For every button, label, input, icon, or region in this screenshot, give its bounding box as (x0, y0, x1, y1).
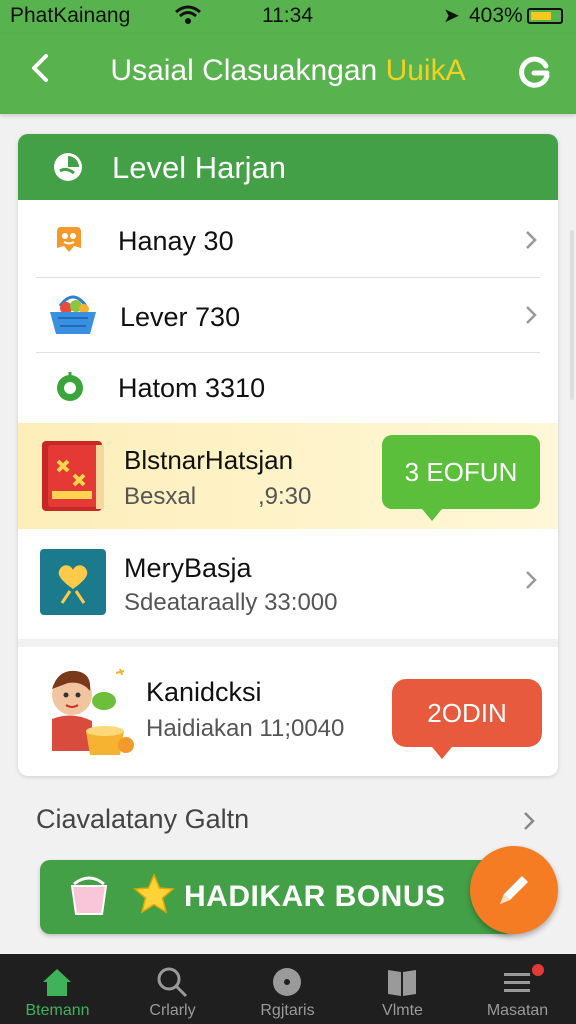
star-icon (133, 873, 175, 914)
menu-icon (504, 973, 530, 992)
bonus-button[interactable]: HADIKAR BONUS (40, 860, 516, 934)
list-item-hanay[interactable]: Hanay 30 (18, 200, 558, 276)
scroll-indicator (570, 230, 574, 400)
tab-records[interactable]: Rgjtaris (230, 954, 345, 1024)
featured-title: MeryBasja (124, 553, 252, 583)
section-gap (18, 639, 558, 647)
claim-button-red[interactable]: 2ODIN (392, 679, 542, 759)
location-icon: ➤ (443, 5, 460, 27)
featured-item-mery[interactable]: MeryBasja Sdeataraally 33:000 (18, 529, 558, 639)
home-icon (43, 969, 71, 996)
featured-subtitle: Besxal (124, 483, 197, 510)
tab-home[interactable]: Btemann (0, 954, 115, 1024)
pencil-icon (500, 876, 528, 904)
tab-book[interactable]: Vlmte (345, 954, 460, 1024)
featured-title: Kanidcksi (146, 677, 262, 707)
row-label: Hanay 30 (118, 226, 234, 256)
featured-value: ,9:30 (258, 483, 312, 510)
featured-subtitle: Haidiakan 11;0040 (146, 715, 345, 742)
page-title: Usaial Clasuakngan UuikA (110, 54, 466, 87)
cup-icon (70, 876, 108, 915)
tab-menu[interactable]: Masatan (460, 954, 575, 1024)
row-label: Hatom 3310 (118, 373, 266, 403)
level-icon (54, 153, 82, 181)
back-arrow-icon[interactable] (22, 48, 62, 88)
battery-icon (527, 8, 563, 24)
notification-badge (532, 964, 544, 976)
featured-item-kanidcksi[interactable]: Kanidcksi Haidiakan 11;0040 2ODIN (18, 647, 558, 776)
featured-title: BlstnarHatsjan (124, 445, 294, 475)
search-icon (157, 967, 188, 998)
level-card-title: Level Harjan (112, 150, 287, 185)
featured-subtitle: Sdeataraally 33:000 (124, 589, 338, 616)
monster-icon (57, 226, 81, 252)
bonus-label: HADIKAR BONUS (184, 880, 446, 913)
list-item-lever[interactable]: Lever 730 (18, 278, 558, 352)
claim-button-green[interactable]: 3 EOFUN (382, 435, 540, 521)
clock: 11:34 (262, 4, 313, 27)
list-item-hatom[interactable]: Hatom 3310 (18, 353, 558, 423)
record-icon (273, 968, 301, 996)
app-header: Usaial Clasuakngan UuikA (0, 34, 576, 114)
tab-label: Btemann (25, 1002, 90, 1019)
level-card-header: Level Harjan (18, 134, 558, 200)
tab-label: Rgjtaris (260, 1002, 315, 1019)
book-icon (42, 441, 104, 511)
tab-label: Crlarly (149, 1002, 196, 1019)
featured-item-blstnar[interactable]: BlstnarHatsjan Besxal ,9:30 3 EOFUN (18, 423, 558, 529)
edit-fab[interactable] (470, 846, 558, 934)
basket-icon (50, 295, 96, 334)
tab-label: Vlmte (382, 1002, 423, 1019)
battery-percent: 403% (469, 4, 523, 27)
chevron-right-icon (526, 571, 537, 589)
chevron-right-icon (526, 231, 537, 249)
chevron-right-icon (526, 306, 537, 324)
level-card: Level Harjan Hanay 30 Lever 730 Hatom 33… (18, 134, 558, 776)
chevron-right-icon[interactable] (518, 810, 540, 832)
refresh-icon[interactable] (514, 52, 554, 92)
tab-label: Masatan (486, 1002, 549, 1019)
book-icon (388, 970, 416, 996)
tab-search[interactable]: Crlarly (115, 954, 230, 1024)
status-bar: PhatKainang 11:34 ➤ 403% (0, 0, 576, 34)
heart-badge-icon (40, 549, 106, 615)
target-icon (57, 372, 83, 401)
carrier-name: PhatKainang (10, 4, 131, 27)
see-all-link[interactable]: Ciavalatany Galtn (36, 804, 249, 835)
row-label: Lever 730 (120, 302, 241, 332)
chef-character-icon (52, 668, 134, 755)
wifi-icon (175, 5, 201, 24)
bottom-tab-bar: Btemann Crlarly Rgjtaris Vlmte Masatan (0, 954, 576, 1024)
title-accent: UuikA (385, 54, 466, 87)
